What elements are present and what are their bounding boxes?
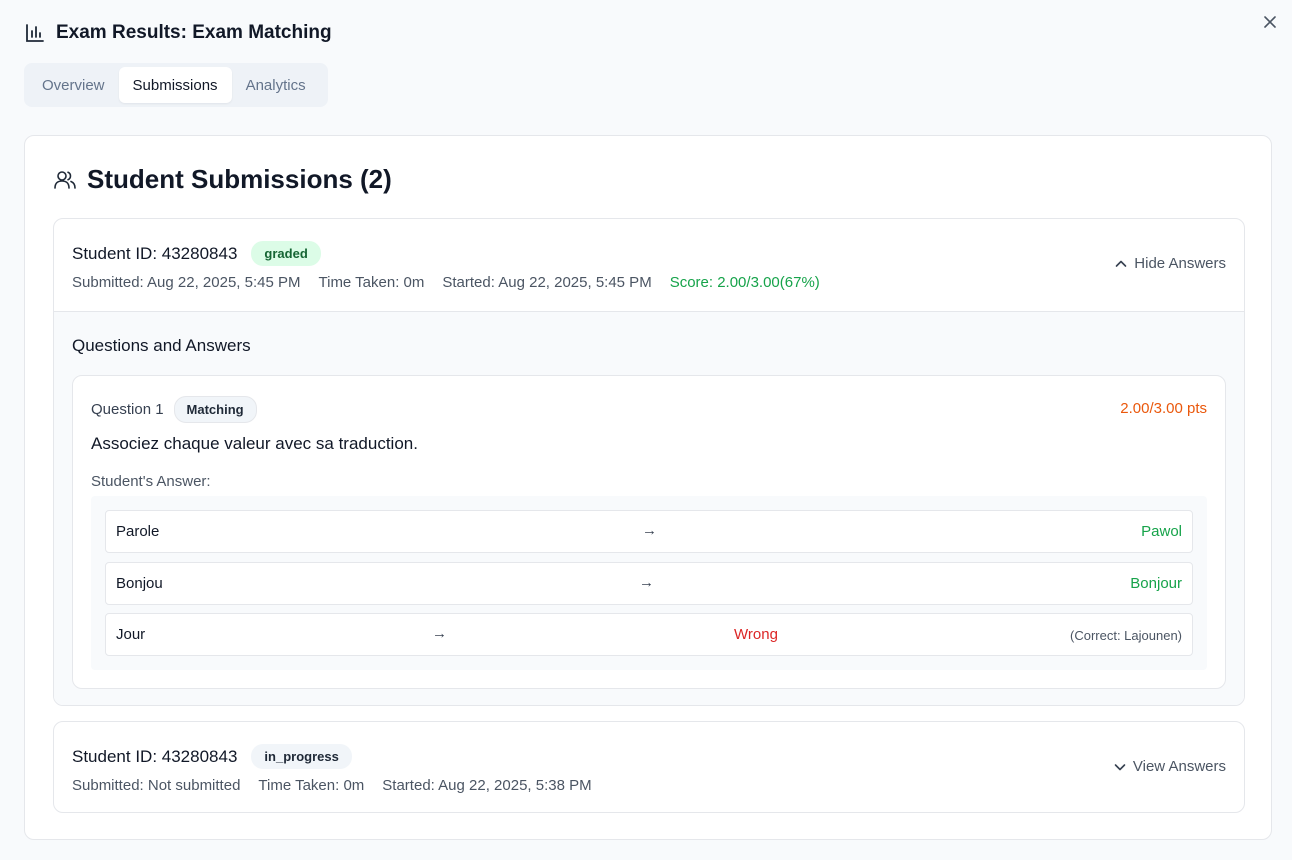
arrow-right-icon: → — [642, 522, 657, 539]
match-right: Bonjour — [1130, 575, 1182, 592]
hide-answers-button[interactable]: Hide Answers — [1114, 255, 1226, 272]
users-icon — [54, 170, 76, 189]
submission-header: Student ID: 43280843 graded Submitted: A… — [54, 219, 1244, 311]
hide-answers-label: Hide Answers — [1134, 255, 1226, 272]
arrow-right-icon: → — [639, 574, 654, 591]
tab-overview[interactable]: Overview — [28, 67, 119, 103]
chevron-down-icon — [1114, 763, 1126, 770]
question-text: Associez chaque valeur avec sa traductio… — [91, 434, 418, 453]
card-header: Student Submissions (2) — [53, 164, 392, 195]
student-id-row: Student ID: 43280843 in_progress — [72, 744, 352, 769]
bar-chart-icon — [26, 24, 44, 42]
question-card: Question 1 Matching 2.00/3.00 pts Associ… — [72, 375, 1226, 689]
student-id: Student ID: 43280843 — [72, 746, 238, 766]
dialog-title: Exam Results: Exam Matching — [56, 22, 332, 43]
submission-meta: Submitted: Not submitted Time Taken: 0m … — [72, 777, 592, 794]
tab-list: Overview Submissions Analytics — [24, 63, 328, 107]
tab-submissions[interactable]: Submissions — [118, 67, 232, 103]
question-number: Question 1 — [91, 401, 164, 418]
match-left: Parole — [116, 523, 160, 540]
qa-title: Questions and Answers — [72, 336, 251, 355]
time-taken: Time Taken: 0m — [258, 777, 365, 794]
tab-analytics[interactable]: Analytics — [232, 67, 320, 103]
answer-list: Parole → Pawol Bonjou → Bonjour Jour → W… — [91, 496, 1207, 670]
submitted-at: Submitted: Not submitted — [72, 777, 241, 794]
match-row: Parole → Pawol — [105, 510, 1193, 553]
match-left: Bonjou — [116, 575, 163, 592]
match-row: Jour → Wrong (Correct: Lajounen) — [105, 613, 1193, 656]
match-right-wrong: Wrong — [734, 626, 778, 643]
close-button[interactable] — [1260, 12, 1280, 32]
view-answers-label: View Answers — [1132, 758, 1226, 775]
submissions-card: Student Submissions (2) Student ID: 4328… — [24, 135, 1272, 840]
question-type-badge: Matching — [173, 396, 257, 423]
score: Score: 2.00/3.00(67%) — [669, 274, 820, 291]
status-badge: in_progress — [251, 744, 352, 769]
correct-answer-hint: (Correct: Lajounen) — [1070, 628, 1182, 643]
started-at: Started: Aug 22, 2025, 5:38 PM — [382, 777, 592, 794]
dialog-header: Exam Results: Exam Matching — [24, 22, 332, 44]
match-left: Jour — [116, 626, 146, 643]
submission-item: Student ID: 43280843 graded Submitted: A… — [53, 218, 1245, 706]
status-badge: graded — [251, 241, 321, 266]
match-right: Pawol — [1141, 523, 1182, 540]
card-title: Student Submissions (2) — [87, 164, 392, 194]
submitted-at: Submitted: Aug 22, 2025, 5:45 PM — [72, 274, 301, 291]
exam-results-dialog: Exam Results: Exam Matching Overview Sub… — [0, 0, 1292, 860]
question-header: Question 1 Matching — [91, 396, 257, 423]
time-taken: Time Taken: 0m — [318, 274, 425, 291]
answer-label: Student's Answer: — [91, 473, 211, 490]
question-points: 2.00/3.00 pts — [1120, 400, 1207, 417]
match-row: Bonjou → Bonjour — [105, 562, 1193, 605]
submission-meta: Submitted: Aug 22, 2025, 5:45 PM Time Ta… — [72, 274, 820, 291]
submission-header: Student ID: 43280843 in_progress Submitt… — [54, 722, 1244, 812]
chevron-up-icon — [1115, 260, 1127, 267]
questions-and-answers: Questions and Answers Question 1 Matchin… — [54, 311, 1244, 705]
started-at: Started: Aug 22, 2025, 5:45 PM — [442, 274, 652, 291]
student-id: Student ID: 43280843 — [72, 243, 238, 263]
submission-item: Student ID: 43280843 in_progress Submitt… — [53, 721, 1245, 813]
arrow-right-icon: → — [432, 625, 447, 642]
student-id-row: Student ID: 43280843 graded — [72, 241, 321, 266]
view-answers-button[interactable]: View Answers — [1113, 758, 1226, 775]
close-icon — [1264, 16, 1276, 28]
